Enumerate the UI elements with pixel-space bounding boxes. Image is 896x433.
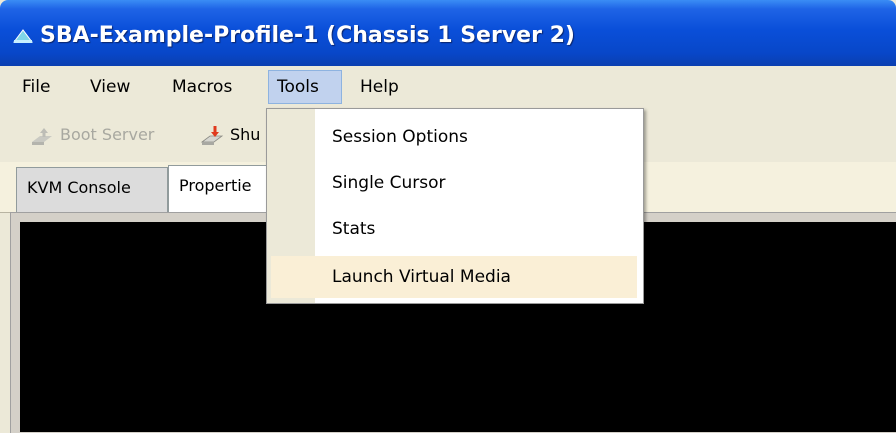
shutdown-button[interactable]: Shu — [200, 122, 266, 150]
menu-item-single-cursor[interactable]: Single Cursor — [267, 161, 643, 206]
menu-view[interactable]: View — [82, 70, 138, 104]
menu-help[interactable]: Help — [352, 70, 407, 104]
boot-server-icon — [32, 128, 52, 145]
shutdown-icon — [200, 126, 224, 145]
app-icon — [13, 29, 33, 43]
tab-kvm-console[interactable]: KVM Console — [16, 167, 168, 212]
menu-bar: File View Macros Tools Help — [0, 66, 896, 108]
tab-properties[interactable]: Propertie — [168, 165, 278, 213]
menu-file[interactable]: File — [14, 70, 58, 104]
window-title: SBA-Example-Profile-1 (Chassis 1 Server … — [40, 23, 575, 48]
menu-item-launch-virtual-media[interactable]: Launch Virtual Media — [271, 256, 637, 298]
title-bar[interactable]: SBA-Example-Profile-1 (Chassis 1 Server … — [0, 0, 896, 66]
menu-item-session-options[interactable]: Session Options — [267, 115, 643, 160]
menu-item-stats[interactable]: Stats — [267, 207, 643, 252]
menu-tools[interactable]: Tools — [268, 70, 342, 104]
tools-dropdown-menu: Session Options Single Cursor Stats Laun… — [266, 108, 644, 304]
menu-macros[interactable]: Macros — [164, 70, 240, 104]
boot-server-button[interactable]: Boot Server — [30, 122, 180, 150]
